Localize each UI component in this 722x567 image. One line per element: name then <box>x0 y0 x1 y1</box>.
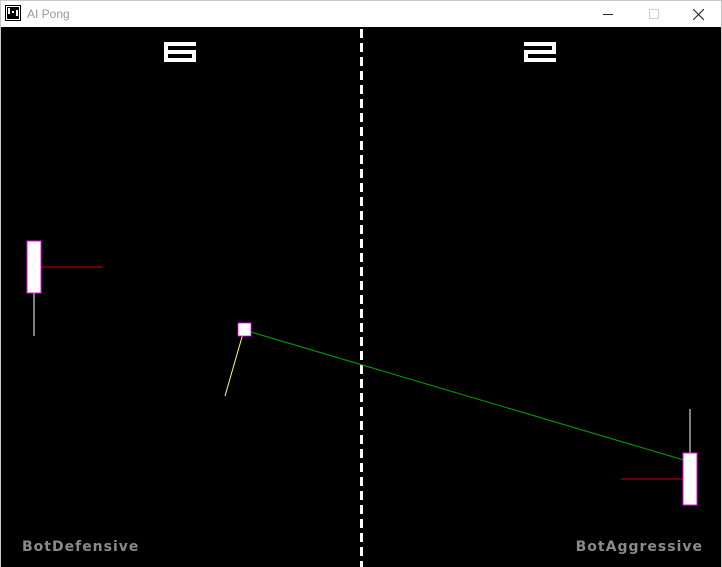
net-dash <box>360 505 363 514</box>
net-dash <box>360 225 363 234</box>
net-dash <box>360 141 363 150</box>
net-dash <box>360 519 363 528</box>
score-digit-segment <box>164 50 196 54</box>
ball-trajectory-line <box>243 329 688 462</box>
left-paddle <box>26 240 42 294</box>
net-dash <box>360 127 363 136</box>
score-digit-segment <box>164 42 196 46</box>
net-dash <box>360 71 363 80</box>
net-dash <box>360 561 363 567</box>
net-dash <box>360 393 363 402</box>
net-dash <box>360 435 363 444</box>
title-bar[interactable]: AI Pong <box>1 1 721 27</box>
net-dash <box>360 491 363 500</box>
game-field <box>26 29 698 567</box>
net-dash <box>360 477 363 486</box>
maximize-icon <box>649 9 659 19</box>
close-icon <box>692 8 704 20</box>
net-dash <box>360 183 363 192</box>
net-dash <box>360 295 363 304</box>
net-dash <box>360 281 363 290</box>
net-dash <box>360 57 363 66</box>
net-dash <box>360 267 363 276</box>
net-dash <box>360 337 363 346</box>
minimize-button[interactable] <box>585 1 631 27</box>
center-net <box>360 29 363 567</box>
net-dash <box>360 29 363 38</box>
net-dash <box>360 43 363 52</box>
net-dash <box>360 239 363 248</box>
ball-velocity-line <box>224 329 245 397</box>
score-digit-segment <box>524 58 556 62</box>
app-icon <box>5 5 21 21</box>
game-canvas[interactable]: BotDefensive BotAggressive <box>1 27 721 567</box>
app-window: AI Pong BotDefensive BotAggressive <box>0 0 722 567</box>
net-dash <box>360 379 363 388</box>
net-dash <box>360 253 363 262</box>
score-left <box>164 42 196 62</box>
maximize-button[interactable] <box>631 1 677 27</box>
score-right <box>524 42 556 62</box>
player-name-left: BotDefensive <box>22 539 140 555</box>
net-dash <box>360 533 363 542</box>
window-title: AI Pong <box>27 7 70 21</box>
net-dash <box>360 85 363 94</box>
net-dash <box>360 463 363 472</box>
score-digit-segment <box>164 58 196 62</box>
net-dash <box>360 309 363 318</box>
net-dash <box>360 113 363 122</box>
net-dash <box>360 211 363 220</box>
ball <box>237 322 252 337</box>
net-dash <box>360 155 363 164</box>
net-dash <box>360 323 363 332</box>
close-button[interactable] <box>675 1 721 27</box>
net-dash <box>360 421 363 430</box>
score-digit-segment <box>524 42 556 46</box>
net-dash <box>360 99 363 108</box>
net-dash <box>360 547 363 556</box>
minimize-icon <box>603 14 613 15</box>
right-paddle <box>682 452 698 506</box>
net-dash <box>360 407 363 416</box>
player-name-right: BotAggressive <box>575 539 703 555</box>
score-digit-segment <box>524 50 556 54</box>
net-dash <box>360 365 363 374</box>
net-dash <box>360 169 363 178</box>
net-dash <box>360 449 363 458</box>
net-dash <box>360 197 363 206</box>
net-dash <box>360 351 363 360</box>
